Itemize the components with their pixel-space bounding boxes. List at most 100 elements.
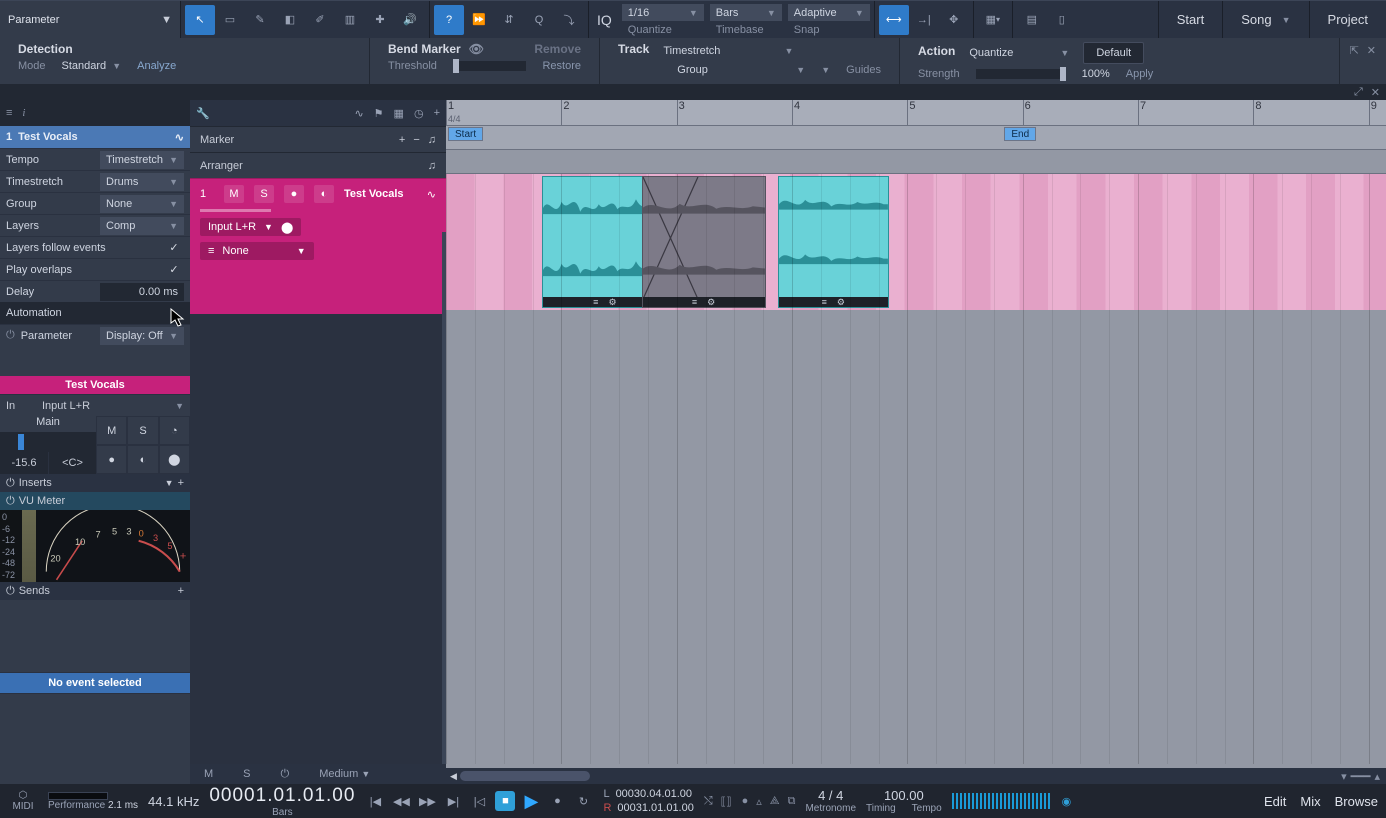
play-overlaps-checkbox[interactable]: ✓ <box>164 263 184 276</box>
automation-read-icon[interactable]: ◔ <box>159 416 190 445</box>
marker-music-icon[interactable]: ♫ <box>428 134 436 146</box>
stop-button[interactable]: ■ <box>495 791 515 811</box>
browse-view-button[interactable]: Browse <box>1335 794 1378 809</box>
gear-icon[interactable]: ⚙ <box>837 297 845 308</box>
arrange-view[interactable]: 4/4 123456789 Start End ≡⚙ <box>446 100 1386 784</box>
input-toggle-icon[interactable]: ⬤ <box>281 221 293 234</box>
sends-power-icon[interactable]: ⏻ <box>6 585 15 598</box>
start-marker[interactable]: Start <box>448 127 483 141</box>
global-solo[interactable]: S <box>243 768 250 780</box>
track-output-dropdown[interactable]: ≡None▼ <box>200 242 314 260</box>
inserts-power-icon[interactable]: ⏻ <box>6 477 15 490</box>
record-arm-button[interactable]: ● <box>96 445 127 474</box>
timestretch-dropdown[interactable]: Drums▼ <box>100 173 184 191</box>
audio-clip-2[interactable]: ≡⚙ <box>642 176 766 308</box>
pan-value[interactable]: <C> <box>48 452 96 474</box>
apply-button[interactable]: Apply <box>1126 68 1154 80</box>
mixer-track-chip[interactable]: Test Vocals <box>0 376 190 394</box>
track-header-vocals[interactable]: 1 M S ● ◐ Test Vocals ∿ Input L+R▼⬤ ≡Non… <box>190 178 446 314</box>
loop-button[interactable]: ↻ <box>573 791 593 811</box>
track-group-dropdown[interactable]: Group▼ <box>677 64 805 76</box>
gain-value[interactable]: -15.6 <box>0 452 48 474</box>
panel-toggle-icon[interactable]: ▤ <box>1017 5 1047 35</box>
detach-icon[interactable]: ⇱ <box>1350 44 1359 78</box>
arranger-track[interactable]: Arranger ♫ <box>190 152 446 178</box>
track-mute-button[interactable]: M <box>224 185 244 203</box>
info-icon[interactable]: i <box>22 107 25 119</box>
forward-end-button[interactable]: ▶| <box>443 791 463 811</box>
timeline-ruler[interactable]: 4/4 123456789 <box>446 100 1386 126</box>
layers-dropdown[interactable]: Comp▼ <box>100 217 184 235</box>
grid-icon[interactable]: ▦▾ <box>978 5 1008 35</box>
layers-icon[interactable]: ▦ <box>394 107 404 120</box>
time-signature[interactable]: 4 / 4 <box>818 788 843 803</box>
snap-end-icon[interactable]: →| <box>909 5 939 35</box>
automation-lane-icon[interactable]: ∿ <box>354 107 363 120</box>
arrow-tool[interactable]: ↖ <box>185 5 215 35</box>
gear-icon[interactable]: ⚙ <box>608 297 616 308</box>
action-dropdown[interactable]: Quantize▼ <box>969 47 1069 59</box>
quantize-value-dropdown[interactable]: 1/16▼ <box>622 4 704 21</box>
preroll-icon[interactable]: ● <box>742 795 749 808</box>
solo-button[interactable]: S <box>127 416 158 445</box>
clock-icon[interactable]: ◷ <box>414 107 424 120</box>
marker-track[interactable]: Marker + − ♫ <box>190 126 446 152</box>
help-tool[interactable]: ? <box>434 5 464 35</box>
split-tool[interactable]: ▥ <box>335 5 365 35</box>
expand-icon[interactable]: ⤢ <box>1354 86 1363 99</box>
horizontal-scrollbar[interactable]: ◀ ▾ ━━━ ▴ <box>446 768 1386 784</box>
power-icon[interactable]: ⏻ <box>6 329 15 342</box>
flag-icon[interactable]: ⚑ <box>374 107 384 120</box>
transport-position[interactable]: 00001.01.01.00 <box>209 785 355 807</box>
input-monitor-toggle[interactable]: ⬤ <box>159 445 190 474</box>
listen-tool[interactable]: 🔊 <box>395 5 425 35</box>
timesig-flag[interactable]: 4/4 <box>448 114 461 124</box>
fade-handle-icon[interactable]: ≡ <box>593 297 598 307</box>
arrange-body[interactable]: ≡⚙ ≡⚙ ≡⚙ <box>446 174 1386 764</box>
mode-dropdown[interactable]: Standard▼ <box>62 60 122 72</box>
quantize-icon[interactable]: Q <box>524 5 554 35</box>
zoom-in-icon[interactable]: ▴ <box>1374 770 1380 783</box>
global-power-icon[interactable]: ⏻ <box>281 768 290 781</box>
analyze-button[interactable]: Analyze <box>137 60 176 72</box>
follow-events-checkbox[interactable]: ✓ <box>164 241 184 254</box>
remove-button[interactable]: Remove <box>534 42 581 56</box>
global-mute[interactable]: M <box>204 768 213 780</box>
list-icon[interactable]: ≡ <box>6 107 12 119</box>
loop-left-value[interactable]: 00030.04.01.00 <box>616 788 692 800</box>
monitor-button[interactable]: ◐ <box>127 445 158 474</box>
erase-tool[interactable]: ◧ <box>275 5 305 35</box>
arranger-lane[interactable] <box>446 150 1386 174</box>
audio-clip-3[interactable]: ≡⚙ <box>778 176 889 308</box>
record-button[interactable]: ● <box>547 791 567 811</box>
draw-tool[interactable]: ✎ <box>245 5 275 35</box>
track-monitor-button[interactable]: ◐ <box>314 185 334 203</box>
paint-tool[interactable]: ✐ <box>305 5 335 35</box>
close-icon[interactable]: ✕ <box>1367 44 1376 78</box>
master-knob-icon[interactable]: ◉ <box>1062 795 1072 808</box>
track-solo-button[interactable]: S <box>254 185 274 203</box>
add-marker-icon[interactable]: + <box>399 134 405 146</box>
gear-icon[interactable]: ⚙ <box>707 297 715 308</box>
vocals-track-lane[interactable]: ≡⚙ ≡⚙ ≡⚙ <box>446 174 1386 310</box>
action-icon[interactable]: ⤵ <box>554 5 584 35</box>
track-height-dropdown[interactable]: Medium ▼ <box>319 768 370 780</box>
tab-song[interactable]: Song▼ <box>1222 1 1308 38</box>
track-record-button[interactable]: ● <box>284 185 304 203</box>
rewind-button[interactable]: ◀◀ <box>391 791 411 811</box>
track-ts-dropdown[interactable]: Timestretch▼ <box>663 45 793 57</box>
add-send-icon[interactable]: + <box>178 585 184 597</box>
input-dropdown[interactable]: Input L+R <box>22 400 175 412</box>
add-insert-icon[interactable]: + <box>178 477 184 489</box>
play-button[interactable]: ▶ <box>521 791 541 811</box>
metronome-icon[interactable]: ⟁ <box>770 795 780 808</box>
threshold-slider[interactable] <box>453 61 527 71</box>
autopunch-icon[interactable]: ▵ <box>756 795 762 808</box>
strength-slider[interactable] <box>976 69 1066 79</box>
forward-button[interactable]: ▶▶ <box>417 791 437 811</box>
arranger-music-icon[interactable]: ♫ <box>428 160 436 172</box>
default-preset[interactable]: Default <box>1083 42 1144 64</box>
fade-handle-icon[interactable]: ≡ <box>822 297 827 307</box>
group-dropdown[interactable]: None▼ <box>100 195 184 213</box>
normalize-icon[interactable]: ⇵ <box>494 5 524 35</box>
